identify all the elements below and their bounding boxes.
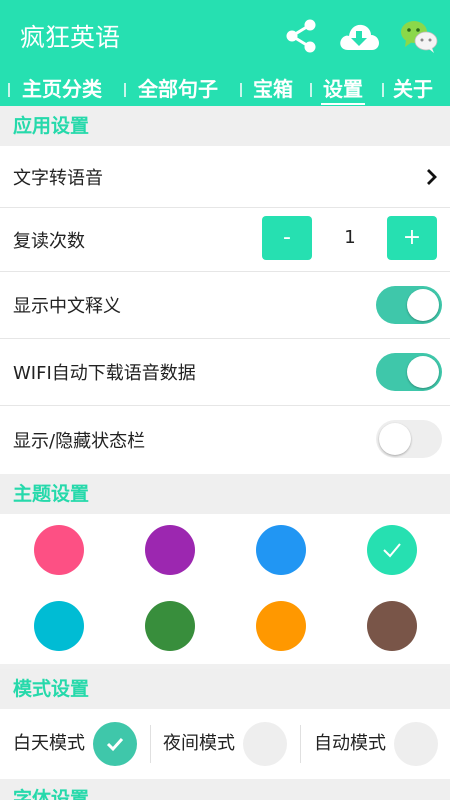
mode-day-label[interactable]: 白天模式 bbox=[13, 709, 85, 779]
mode-divider bbox=[150, 725, 151, 763]
toggle-knob bbox=[407, 289, 439, 321]
mode-auto-radio[interactable] bbox=[394, 722, 438, 766]
tab-all-sentences[interactable]: 全部句子 bbox=[138, 74, 218, 106]
check-icon bbox=[383, 543, 401, 558]
tab-about[interactable]: 关于 bbox=[393, 74, 433, 106]
theme-color-grid bbox=[0, 514, 450, 664]
theme-swatch-cyan[interactable] bbox=[34, 601, 84, 651]
statusbar-label: 显示/隐藏状态栏 bbox=[13, 431, 146, 452]
mode-night-radio[interactable] bbox=[243, 722, 287, 766]
tab-home-categories[interactable]: 主页分类 bbox=[22, 74, 102, 106]
wifi-download-toggle[interactable] bbox=[376, 353, 442, 391]
statusbar-row: 显示/隐藏状态栏 bbox=[0, 406, 450, 474]
tab-settings[interactable]: 设置 bbox=[321, 74, 365, 106]
share-icon[interactable] bbox=[280, 14, 322, 58]
tab-separator bbox=[8, 83, 10, 97]
repeat-count-label: 复读次数 bbox=[13, 230, 85, 252]
statusbar-toggle[interactable] bbox=[376, 420, 442, 458]
theme-swatch-dark-green[interactable] bbox=[145, 601, 195, 651]
section-app-settings-header: 应用设置 bbox=[0, 106, 450, 146]
theme-swatch-green-selected[interactable] bbox=[367, 525, 417, 575]
repeat-count-row: 复读次数 - 1 + bbox=[0, 208, 450, 272]
show-chinese-row: 显示中文释义 bbox=[0, 272, 450, 339]
mode-selector: 白天模式 夜间模式 自动模式 bbox=[0, 709, 450, 779]
check-icon bbox=[106, 737, 124, 752]
toggle-knob bbox=[407, 356, 439, 388]
section-mode-header: 模式设置 bbox=[0, 669, 450, 709]
show-chinese-label: 显示中文释义 bbox=[13, 296, 121, 317]
mode-auto-label[interactable]: 自动模式 bbox=[314, 709, 386, 779]
theme-swatch-pink[interactable] bbox=[34, 525, 84, 575]
show-chinese-toggle[interactable] bbox=[376, 286, 442, 324]
repeat-decrease-button[interactable]: - bbox=[262, 216, 312, 260]
cloud-download-icon[interactable] bbox=[338, 14, 380, 58]
app-bar: 疯狂英语 bbox=[0, 0, 450, 74]
tab-separator bbox=[382, 83, 384, 97]
app-title: 疯狂英语 bbox=[20, 23, 121, 52]
tab-bar: 主页分类 全部句子 宝箱 设置 关于 bbox=[0, 74, 450, 106]
theme-swatch-purple[interactable] bbox=[145, 525, 195, 575]
tts-row[interactable]: 文字转语音 bbox=[0, 146, 450, 208]
mode-day-radio[interactable] bbox=[93, 722, 137, 766]
tab-treasure-box[interactable]: 宝箱 bbox=[253, 74, 293, 106]
section-theme-header: 主题设置 bbox=[0, 474, 450, 514]
tab-separator bbox=[310, 83, 312, 97]
section-font-header: 字体设置 bbox=[0, 779, 450, 800]
tab-separator bbox=[240, 83, 242, 97]
mode-night-label[interactable]: 夜间模式 bbox=[163, 709, 235, 779]
wifi-download-row: WIFI自动下载语音数据 bbox=[0, 339, 450, 406]
tab-separator bbox=[124, 83, 126, 97]
repeat-increase-button[interactable]: + bbox=[387, 216, 437, 260]
repeat-count-value: 1 bbox=[344, 227, 356, 248]
toggle-knob bbox=[379, 423, 411, 455]
wifi-download-label: WIFI自动下载语音数据 bbox=[13, 363, 196, 384]
theme-swatch-brown[interactable] bbox=[367, 601, 417, 651]
tts-label: 文字转语音 bbox=[13, 167, 103, 189]
wechat-icon[interactable] bbox=[398, 14, 440, 58]
mode-divider bbox=[300, 725, 301, 763]
chevron-right-icon bbox=[424, 168, 440, 186]
theme-swatch-orange[interactable] bbox=[256, 601, 306, 651]
theme-swatch-blue[interactable] bbox=[256, 525, 306, 575]
